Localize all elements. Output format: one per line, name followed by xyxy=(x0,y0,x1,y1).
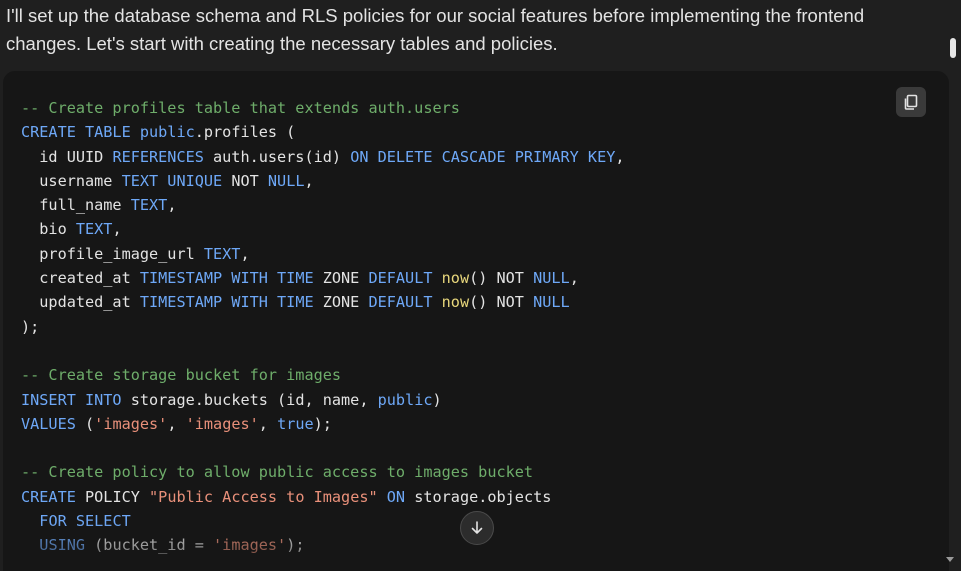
code-token-plain: NOT xyxy=(222,171,268,190)
code-line: -- Create profiles table that extends au… xyxy=(21,96,625,120)
code-token-keyword: TIMESTAMP WITH TIME xyxy=(139,269,314,288)
code-token-plain: storage.objects xyxy=(405,487,552,506)
code-token-keyword: USING xyxy=(39,536,86,555)
scrollbar-down-arrow-icon[interactable] xyxy=(946,557,954,562)
assistant-message-text: I'll set up the database schema and RLS … xyxy=(6,5,865,54)
code-token-keyword: NULL xyxy=(533,269,570,288)
code-token-keyword: TEXT xyxy=(203,244,241,263)
code-token-plain: ZONE xyxy=(313,269,369,288)
code-token-keyword: public xyxy=(377,390,433,409)
sql-code-block: -- Create profiles table that extends au… xyxy=(21,96,625,558)
code-token-string: 'images' xyxy=(213,536,287,555)
code-token-plain: profile_image_url xyxy=(21,244,204,263)
code-line: full_name TEXT, xyxy=(21,193,625,217)
code-line: created_at TIMESTAMP WITH TIME ZONE DEFA… xyxy=(21,266,625,290)
code-token-plain: , xyxy=(569,269,579,288)
code-token-string: 'images' xyxy=(185,414,259,433)
code-line: username TEXT UNIQUE NOT NULL, xyxy=(21,169,625,193)
code-token-keyword: TIMESTAMP WITH TIME xyxy=(139,293,314,312)
scrollbar-thumb[interactable] xyxy=(950,38,956,58)
code-token-plain: ZONE xyxy=(313,293,369,312)
code-token-keyword: DEFAULT xyxy=(368,293,433,312)
code-token-keyword: DEFAULT xyxy=(368,269,433,288)
code-line: USING (bucket_id = 'images'); xyxy=(21,533,625,557)
code-token-plain: auth.users(id) xyxy=(203,147,351,166)
code-token-comment: -- Create storage bucket for images xyxy=(21,366,342,385)
code-token-comment: -- Create policy to allow public access … xyxy=(21,463,534,482)
code-token-plain: bio xyxy=(21,220,76,239)
code-token-plain: , xyxy=(240,244,250,263)
code-line: id UUID REFERENCES auth.users(id) ON DEL… xyxy=(21,145,625,169)
code-token-keyword: CREATE xyxy=(21,487,76,506)
code-line: CREATE TABLE public.profiles ( xyxy=(21,120,625,144)
code-token-plain: (bucket_id = xyxy=(85,536,214,555)
code-token-string: 'images' xyxy=(94,414,168,433)
code-token-plain: created_at xyxy=(21,269,140,288)
page-scrollbar[interactable] xyxy=(949,30,961,571)
code-token-keyword: ON DELETE CASCADE PRIMARY KEY xyxy=(350,147,616,166)
code-token-keyword: public xyxy=(139,123,195,142)
scroll-to-bottom-button[interactable] xyxy=(460,511,494,545)
code-token-plain: username xyxy=(21,171,122,190)
code-line: updated_at TIMESTAMP WITH TIME ZONE DEFA… xyxy=(21,290,625,314)
code-token-keyword: INSERT INTO xyxy=(21,390,122,409)
code-token-keyword: NULL xyxy=(533,293,570,312)
code-token-keyword: true xyxy=(277,414,314,433)
code-token-func: now xyxy=(441,269,470,288)
code-token-plain: storage.buckets (id, name, xyxy=(121,390,378,409)
code-token-plain: .profiles ( xyxy=(194,123,296,142)
code-token-keyword: FOR SELECT xyxy=(39,512,131,531)
code-line: ); xyxy=(21,315,625,339)
code-token-keyword: TEXT xyxy=(75,220,113,239)
code-token-keyword: TEXT xyxy=(130,196,168,215)
code-token-plain: ); xyxy=(286,536,305,555)
code-block-panel: -- Create profiles table that extends au… xyxy=(3,71,949,571)
code-token-plain: updated_at xyxy=(21,293,140,312)
code-line: FOR SELECT xyxy=(21,509,625,533)
copy-code-button[interactable] xyxy=(896,87,926,117)
code-token-keyword: CREATE TABLE xyxy=(21,123,140,142)
code-line: -- Create policy to allow public access … xyxy=(21,460,625,484)
code-token-plain: ); xyxy=(21,317,40,336)
code-line: INSERT INTO storage.buckets (id, name, p… xyxy=(21,388,625,412)
code-line: CREATE POLICY "Public Access to Images" … xyxy=(21,485,625,509)
code-token-plain: full_name xyxy=(21,196,131,215)
code-line: bio TEXT, xyxy=(21,217,625,241)
arrow-down-icon xyxy=(471,521,483,534)
code-token-keyword: ON xyxy=(386,487,406,506)
code-token-plain: , xyxy=(304,171,314,190)
code-token-plain: ( xyxy=(75,414,95,433)
code-line: VALUES ('images', 'images', true); xyxy=(21,412,625,436)
code-line: -- Create storage bucket for images xyxy=(21,363,625,387)
copy-icon xyxy=(904,94,918,110)
code-token-string: "Public Access to Images" xyxy=(149,487,378,506)
code-token-plain: , xyxy=(167,196,177,215)
code-token-plain: , xyxy=(615,147,625,166)
code-token-plain: , xyxy=(167,414,186,433)
code-token-plain: , xyxy=(112,220,122,239)
code-token-plain: ) xyxy=(432,390,442,409)
code-token-plain: ); xyxy=(313,414,332,433)
code-line: profile_image_url TEXT, xyxy=(21,242,625,266)
code-token-plain: () NOT xyxy=(469,269,534,288)
code-token-plain: , xyxy=(258,414,278,433)
code-token-keyword: NULL xyxy=(267,171,305,190)
code-token-keyword: VALUES xyxy=(21,414,76,433)
code-token-comment: -- Create profiles table that extends au… xyxy=(21,99,460,117)
code-token-plain: id UUID xyxy=(21,147,113,166)
code-token-func: now xyxy=(441,293,470,312)
code-token-keyword: REFERENCES xyxy=(112,147,204,166)
code-token-keyword: TEXT UNIQUE xyxy=(121,171,223,190)
code-token-plain: () NOT xyxy=(469,293,534,312)
code-token-plain: POLICY xyxy=(75,487,150,506)
